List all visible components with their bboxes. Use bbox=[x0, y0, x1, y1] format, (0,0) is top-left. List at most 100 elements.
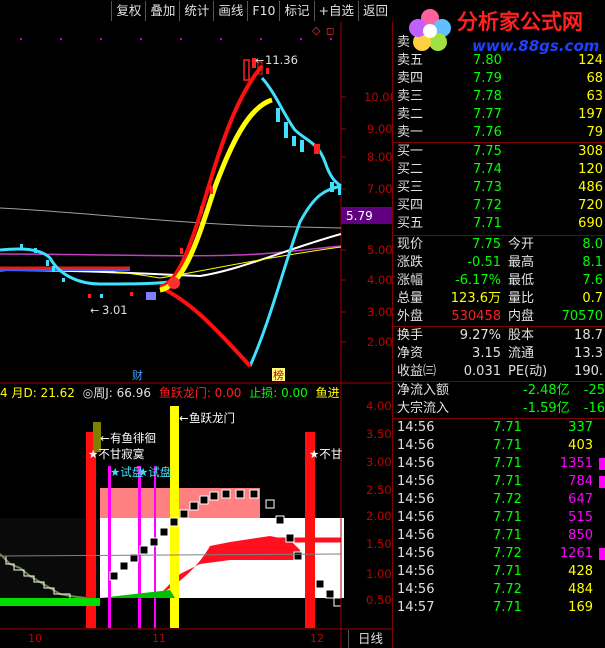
stat-value: 8.0 bbox=[582, 237, 603, 252]
buy-order-row[interactable]: 买五 7.71 690 bbox=[393, 215, 605, 233]
buy-order-volume: 120 bbox=[578, 162, 603, 177]
annotation-trial: ★试盘 bbox=[138, 465, 171, 479]
event-label-finance[interactable]: 财 bbox=[132, 368, 143, 382]
buy-order-label: 买三 bbox=[397, 180, 424, 195]
sub-axis-tick: 0.50 bbox=[366, 593, 392, 607]
tick-direction bbox=[599, 548, 605, 560]
buy-order-label: 买四 bbox=[397, 198, 424, 213]
sell-order-row[interactable]: 卖二 7.77 197 bbox=[393, 106, 605, 124]
indicator-chart[interactable]: 4.00 3.50 3.00 2.50 2.00 1.50 1.00 0.50 … bbox=[0, 384, 392, 648]
stat-label: 最低 bbox=[508, 273, 535, 288]
price-tick: 7.00 bbox=[367, 182, 392, 196]
x-tick: 11 bbox=[152, 632, 166, 645]
tick-direction bbox=[599, 440, 605, 452]
x-tick: 10 bbox=[28, 632, 42, 645]
tick-row: 14:57 7.71 169 bbox=[393, 599, 605, 617]
overlay-button[interactable]: 叠加 bbox=[145, 1, 179, 21]
fundamental-value: 0.031 bbox=[463, 364, 501, 379]
stat-row: 现价 7.75 今开 8.0 bbox=[393, 236, 605, 254]
expand-icon[interactable]: ◻ bbox=[326, 26, 334, 37]
annotation-not-lonely-right: ★不甘 bbox=[309, 447, 342, 461]
sell-order-volume: 68 bbox=[586, 71, 603, 86]
tick-volume: 784 bbox=[568, 474, 593, 489]
flow-label: 净流入额 bbox=[397, 383, 450, 398]
tick-row: 14:56 7.71 403 bbox=[393, 437, 605, 455]
back-button[interactable]: 返回 bbox=[357, 1, 392, 21]
buy-order-volume: 486 bbox=[578, 180, 603, 195]
tick-volume: 169 bbox=[568, 600, 593, 615]
tick-time: 14:56 bbox=[397, 546, 435, 561]
draw-line-button[interactable]: 画线 bbox=[213, 1, 247, 21]
flower-logo-icon bbox=[409, 9, 451, 51]
buy-order-price: 7.75 bbox=[473, 144, 502, 159]
flow-value: -1.59亿 bbox=[523, 401, 570, 416]
stat-row: 外盘 530458 内盘 70570 bbox=[393, 308, 605, 326]
tick-row: 14:56 7.71 850 bbox=[393, 527, 605, 545]
tick-time: 14:56 bbox=[397, 438, 435, 453]
tick-volume: 428 bbox=[568, 564, 593, 579]
f10-button[interactable]: F10 bbox=[247, 1, 279, 21]
stat-value: 530458 bbox=[451, 309, 501, 324]
sub-axis-tick: 1.50 bbox=[366, 537, 392, 551]
buy-order-price: 7.73 bbox=[473, 180, 502, 195]
buy-order-row[interactable]: 买三 7.73 486 bbox=[393, 179, 605, 197]
sell-order-row[interactable]: 卖一 7.76 79 bbox=[393, 124, 605, 142]
stat-row: 总量 123.6万 量比 0.7 bbox=[393, 290, 605, 308]
mark-button[interactable]: 标记 bbox=[279, 1, 313, 21]
sell-order-label: 卖四 bbox=[397, 71, 424, 86]
tick-direction bbox=[599, 422, 605, 434]
buy-order-row[interactable]: 买二 7.74 120 bbox=[393, 161, 605, 179]
tick-price: 7.71 bbox=[493, 564, 522, 579]
buy-order-price: 7.71 bbox=[473, 216, 502, 231]
buy-order-price: 7.74 bbox=[473, 162, 502, 177]
tick-row: 14:56 7.71 337 bbox=[393, 419, 605, 437]
svg-text:←: ← bbox=[90, 304, 99, 317]
fundamental-label: PE(动) bbox=[508, 364, 548, 379]
sell-order-row[interactable]: 卖三 7.78 63 bbox=[393, 88, 605, 106]
annotation-fish-gate: 鱼跃龙门 bbox=[189, 411, 235, 425]
buy-order-row[interactable]: 买四 7.72 720 bbox=[393, 197, 605, 215]
capital-flow-row: 净流入额 -2.48亿 -25 bbox=[393, 382, 605, 400]
sell-order-price: 7.79 bbox=[473, 71, 502, 86]
price-chart[interactable]: 10.00 9.00 8.00 7.00 5.00 4.00 3.00 2.00… bbox=[0, 22, 392, 384]
tick-row: 14:56 7.72 484 bbox=[393, 581, 605, 599]
tick-volume: 1351 bbox=[559, 456, 593, 471]
sell-order-volume: 63 bbox=[586, 89, 603, 104]
stat-label: 量比 bbox=[508, 291, 535, 306]
restore-rights-button[interactable]: 复权 bbox=[111, 1, 145, 21]
event-label-ranking[interactable]: 榜 bbox=[273, 368, 284, 382]
tick-direction bbox=[599, 602, 605, 614]
tick-price: 7.71 bbox=[493, 438, 522, 453]
buy-order-volume: 308 bbox=[578, 144, 603, 159]
tick-row: 14:56 7.71 515 bbox=[393, 509, 605, 527]
fundamental-label: 收益㈢ bbox=[397, 364, 437, 379]
tick-volume: 337 bbox=[568, 420, 593, 435]
tick-row: 14:56 7.72 1261 bbox=[393, 545, 605, 563]
tick-direction bbox=[599, 458, 605, 470]
price-tick: 4.00 bbox=[367, 273, 392, 287]
flow-value: -16 bbox=[583, 401, 605, 416]
fundamental-label: 换手 bbox=[397, 328, 424, 343]
annotation-not-lonely: ★不甘寂寞 bbox=[88, 447, 145, 461]
low-price-label: 3.01 bbox=[102, 303, 128, 317]
statistics-button[interactable]: 统计 bbox=[179, 1, 213, 21]
period-daily-button[interactable]: 日线 bbox=[348, 630, 392, 648]
logo-title: 分析家公式网 bbox=[457, 9, 583, 34]
buy-order-row[interactable]: 买一 7.75 308 bbox=[393, 143, 605, 161]
add-watchlist-button[interactable]: +自选 bbox=[313, 1, 358, 21]
site-logo: 分析家公式网 www.88gs.com bbox=[392, 0, 605, 60]
svg-text:←: ← bbox=[100, 431, 110, 445]
sub-axis-tick: 1.00 bbox=[366, 567, 392, 581]
sell-order-price: 7.77 bbox=[473, 107, 502, 122]
stat-value: 70570 bbox=[561, 309, 603, 324]
flow-value: -2.48亿 bbox=[523, 383, 570, 398]
stat-label: 涨幅 bbox=[397, 273, 424, 288]
chart-toolbar: 复权 叠加 统计 画线 F10 标记 +自选 返回 bbox=[0, 0, 392, 22]
tick-time: 14:56 bbox=[397, 474, 435, 489]
stat-label: 现价 bbox=[397, 237, 424, 252]
sell-order-volume: 197 bbox=[578, 107, 603, 122]
sell-order-row[interactable]: 卖四 7.79 68 bbox=[393, 70, 605, 88]
stat-row: 涨跌 -0.51 最高 8.1 bbox=[393, 254, 605, 272]
stat-value: 7.6 bbox=[582, 273, 603, 288]
tick-row: 14:56 7.72 647 bbox=[393, 491, 605, 509]
